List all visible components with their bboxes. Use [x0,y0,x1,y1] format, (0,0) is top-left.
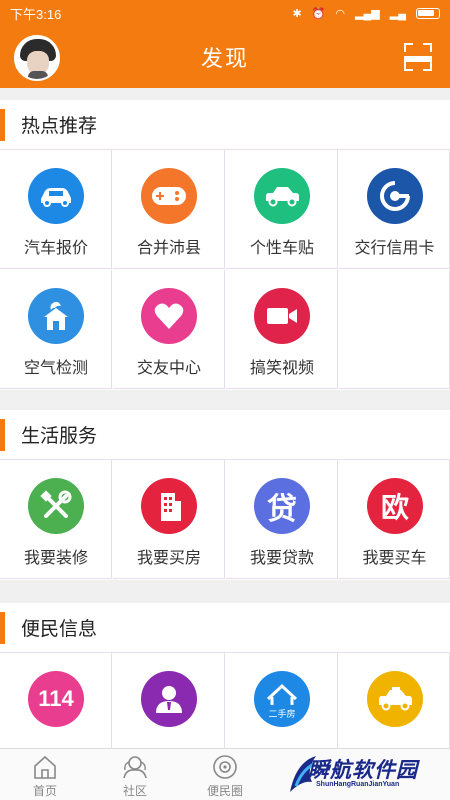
grid-item-car-sticker[interactable]: 个性车贴 [226,150,338,269]
video-camera-icon [254,288,310,344]
car-icon [28,168,84,224]
bank-card-icon [367,168,423,224]
section-header-life: 生活服务 [0,410,450,460]
life-grid: 我要装修 我要买房 贷 我要贷款 欧 我要买车 [0,460,450,580]
section-title: 便民信息 [21,619,98,640]
signal-icon-2: ▂▄ [389,7,406,20]
grid-item-buy-house[interactable]: 我要买房 [113,460,225,579]
section-header-info: 便民信息 [0,603,450,653]
bluetooth-icon: ✱ [292,7,302,20]
home-icon [34,755,56,779]
status-bar: 下午3:16 ✱ ⏰ ◠ ▂▄▆ ▂▄ [0,0,450,26]
page-title: 发现 [200,46,249,71]
grid-item-funny-video[interactable]: 搞笑视频 [226,270,338,389]
second-hand-house-text: 二手房 [268,709,296,719]
status-icons: ✱ ⏰ ◠ ▂▄▆ ▂▄ [292,7,440,20]
grid-item-bocom-card[interactable]: 交行信用卡 [339,150,450,269]
buy-car-icon: 欧 [367,478,423,534]
tab-label: 便民圈 [206,784,243,798]
community-icon [123,756,147,779]
grid-item-car-price[interactable]: 汽车报价 [0,150,112,269]
grid-item-label: 汽车报价 [23,240,88,257]
grid-item-air-check[interactable]: 空气检测 [0,270,112,389]
grid-item-buy-car[interactable]: 欧 我要买车 [339,460,450,579]
grid-item-label: 个性车贴 [249,240,314,257]
section-title: 热点推荐 [21,116,98,137]
grid-item-label: 我要贷款 [249,550,314,567]
grid-item-dating[interactable]: 交友中心 [113,270,225,389]
section-title: 生活服务 [21,426,98,447]
tools-icon [28,478,84,534]
grid-item-label: 我要装修 [23,550,88,567]
grid-item-empty [339,270,450,389]
tab-label: 首页 [32,784,57,798]
avatar[interactable] [14,35,60,81]
grid-item-taxi[interactable] [339,653,450,748]
building-icon [141,478,197,534]
grid-item-label: 我要买车 [362,550,427,567]
watermark-subtitle: ShunHangRuanJianYuan [316,781,400,788]
loan-icon: 贷 [254,478,310,534]
heart-icon [141,288,197,344]
top-bar: 发现 [0,26,450,88]
tab-circle[interactable]: 便民圈 [180,749,270,800]
tab-home[interactable]: 首页 [0,749,90,800]
grid-item-label: 交友中心 [136,360,201,377]
section-header-hot: 热点推荐 [0,100,450,150]
watermark-logo: 瞬航软件园 ShunHangRuanJianYuan [286,748,450,800]
grid-item-loan[interactable]: 贷 我要贷款 [226,460,338,579]
wifi-icon: ◠ [335,7,346,20]
person-icon [141,671,197,727]
taxi-icon [367,671,423,727]
phone-114-icon: 114 [28,671,84,727]
grid-item-second-hand-house[interactable]: 二手房 [226,653,338,748]
alarm-icon: ⏰ [311,7,326,20]
grid-item-label: 我要买房 [136,550,201,567]
tab-community[interactable]: 社区 [90,749,180,800]
tab-label: 社区 [122,784,147,798]
second-hand-house-icon: 二手房 [254,671,310,727]
gamepad-icon [141,168,197,224]
car-sticker-icon [254,168,310,224]
grid-item-decoration[interactable]: 我要装修 [0,460,112,579]
house-tree-icon [28,288,84,344]
signal-icon: ▂▄▆ [355,7,380,20]
grid-item-label: 合并沛县 [136,240,201,257]
watermark-title: 瞬航软件园 [308,759,418,782]
grid-item-label: 搞笑视频 [249,360,314,377]
battery-icon [416,7,440,19]
hot-grid: 汽车报价 合并沛县 个性车贴 交行信用卡 空气检测 交友中心 搞笑视频 [0,150,450,390]
scan-icon[interactable] [404,43,432,71]
grid-item-label: 交行信用卡 [354,240,435,257]
grid-item-person[interactable] [113,653,225,748]
grid-item-peixian[interactable]: 合并沛县 [113,150,225,269]
status-time: 下午3:16 [10,6,62,22]
circle-icon [213,755,237,779]
grid-item-label: 空气检测 [23,360,88,377]
info-grid: 114 二手房 [0,653,450,748]
grid-item-114[interactable]: 114 [0,653,112,748]
